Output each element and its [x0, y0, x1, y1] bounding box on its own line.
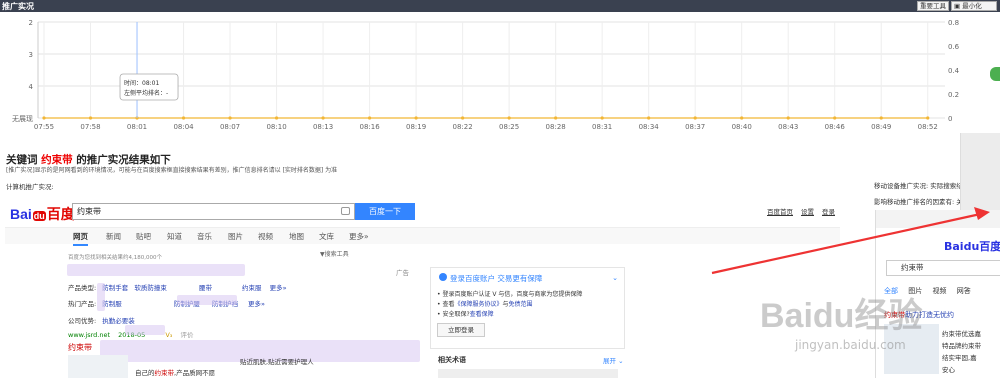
- watermark-url: jingyan.baidu.com: [795, 338, 906, 352]
- watermark: Baidu经验: [760, 297, 923, 335]
